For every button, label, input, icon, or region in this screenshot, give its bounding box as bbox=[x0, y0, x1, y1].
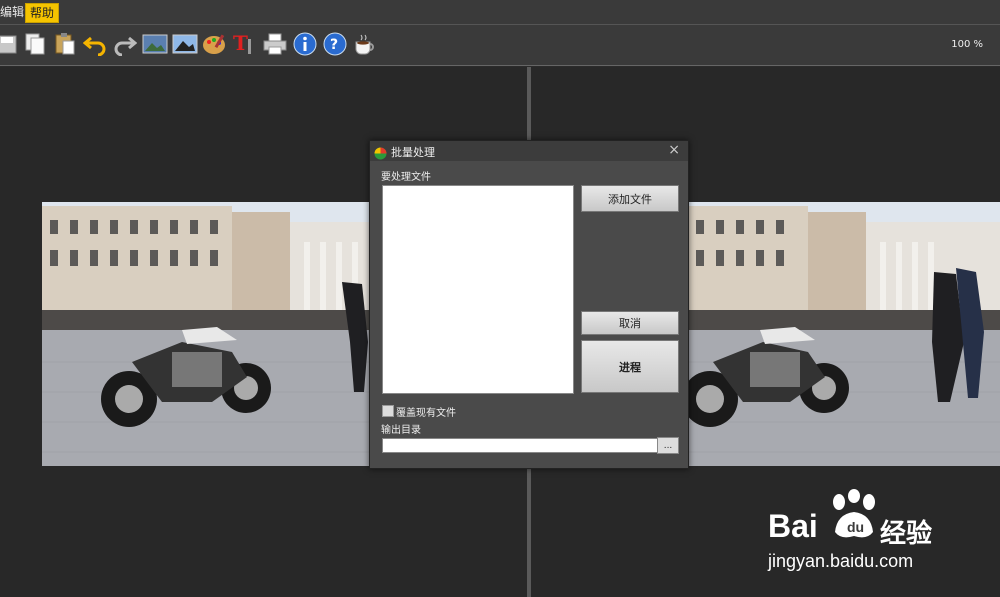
baidu-watermark: du Bai 经验 jingyan.baidu.com bbox=[768, 488, 958, 578]
palette-icon[interactable] bbox=[202, 31, 228, 57]
files-label: 要处理文件 bbox=[381, 172, 431, 183]
watermark-suffix: 经验 bbox=[880, 519, 933, 549]
watermark-url: jingyan.baidu.com bbox=[768, 551, 914, 571]
overwrite-checkbox[interactable] bbox=[382, 405, 394, 417]
file-list[interactable] bbox=[382, 185, 574, 394]
zoom-level: 100 % bbox=[951, 39, 983, 50]
process-button[interactable]: 进程 bbox=[581, 340, 679, 393]
print-icon[interactable] bbox=[262, 31, 288, 57]
menu-bar: 编辑 帮助 bbox=[0, 0, 1000, 25]
output-dir-field[interactable] bbox=[382, 438, 658, 453]
add-file-button[interactable]: 添加文件 bbox=[581, 185, 679, 212]
menu-help[interactable]: 帮助 bbox=[25, 3, 60, 23]
paste-icon[interactable] bbox=[52, 31, 78, 57]
app-logo-icon bbox=[374, 145, 387, 164]
watermark-brand: Bai bbox=[768, 508, 818, 544]
baidu-paw-logo: du bbox=[833, 489, 875, 538]
svg-text:du: du bbox=[847, 519, 864, 535]
picture-icon[interactable] bbox=[172, 31, 198, 57]
overwrite-label: 覆盖现有文件 bbox=[396, 408, 456, 419]
processed-image bbox=[688, 202, 1000, 466]
browse-button[interactable]: ... bbox=[657, 437, 679, 454]
copy-icon[interactable] bbox=[22, 31, 48, 57]
svg-text:?: ? bbox=[330, 37, 338, 53]
undo-icon[interactable] bbox=[82, 31, 108, 57]
info-icon[interactable] bbox=[292, 31, 318, 57]
toolbar: T ? 100 % bbox=[0, 25, 1000, 66]
close-icon[interactable]: × bbox=[668, 142, 680, 158]
redo-icon[interactable] bbox=[112, 31, 138, 57]
text-tool-icon[interactable]: T bbox=[232, 31, 258, 57]
menu-edit[interactable]: 编辑 bbox=[0, 3, 28, 21]
batch-dialog: 批量处理 × 要处理文件 添加文件 取消 进程 覆盖现有文件 输出目录 ... bbox=[369, 140, 689, 469]
help-icon[interactable]: ? bbox=[322, 31, 348, 57]
dialog-title: 批量处理 bbox=[391, 146, 435, 159]
svg-text:T: T bbox=[233, 31, 248, 55]
original-image bbox=[42, 202, 369, 466]
save-icon[interactable] bbox=[0, 31, 20, 57]
dialog-titlebar[interactable]: 批量处理 × bbox=[370, 141, 688, 161]
output-dir-label: 输出目录 bbox=[381, 425, 421, 436]
image-icon[interactable] bbox=[142, 31, 168, 57]
coffee-icon[interactable] bbox=[352, 31, 378, 57]
cancel-button[interactable]: 取消 bbox=[581, 311, 679, 335]
